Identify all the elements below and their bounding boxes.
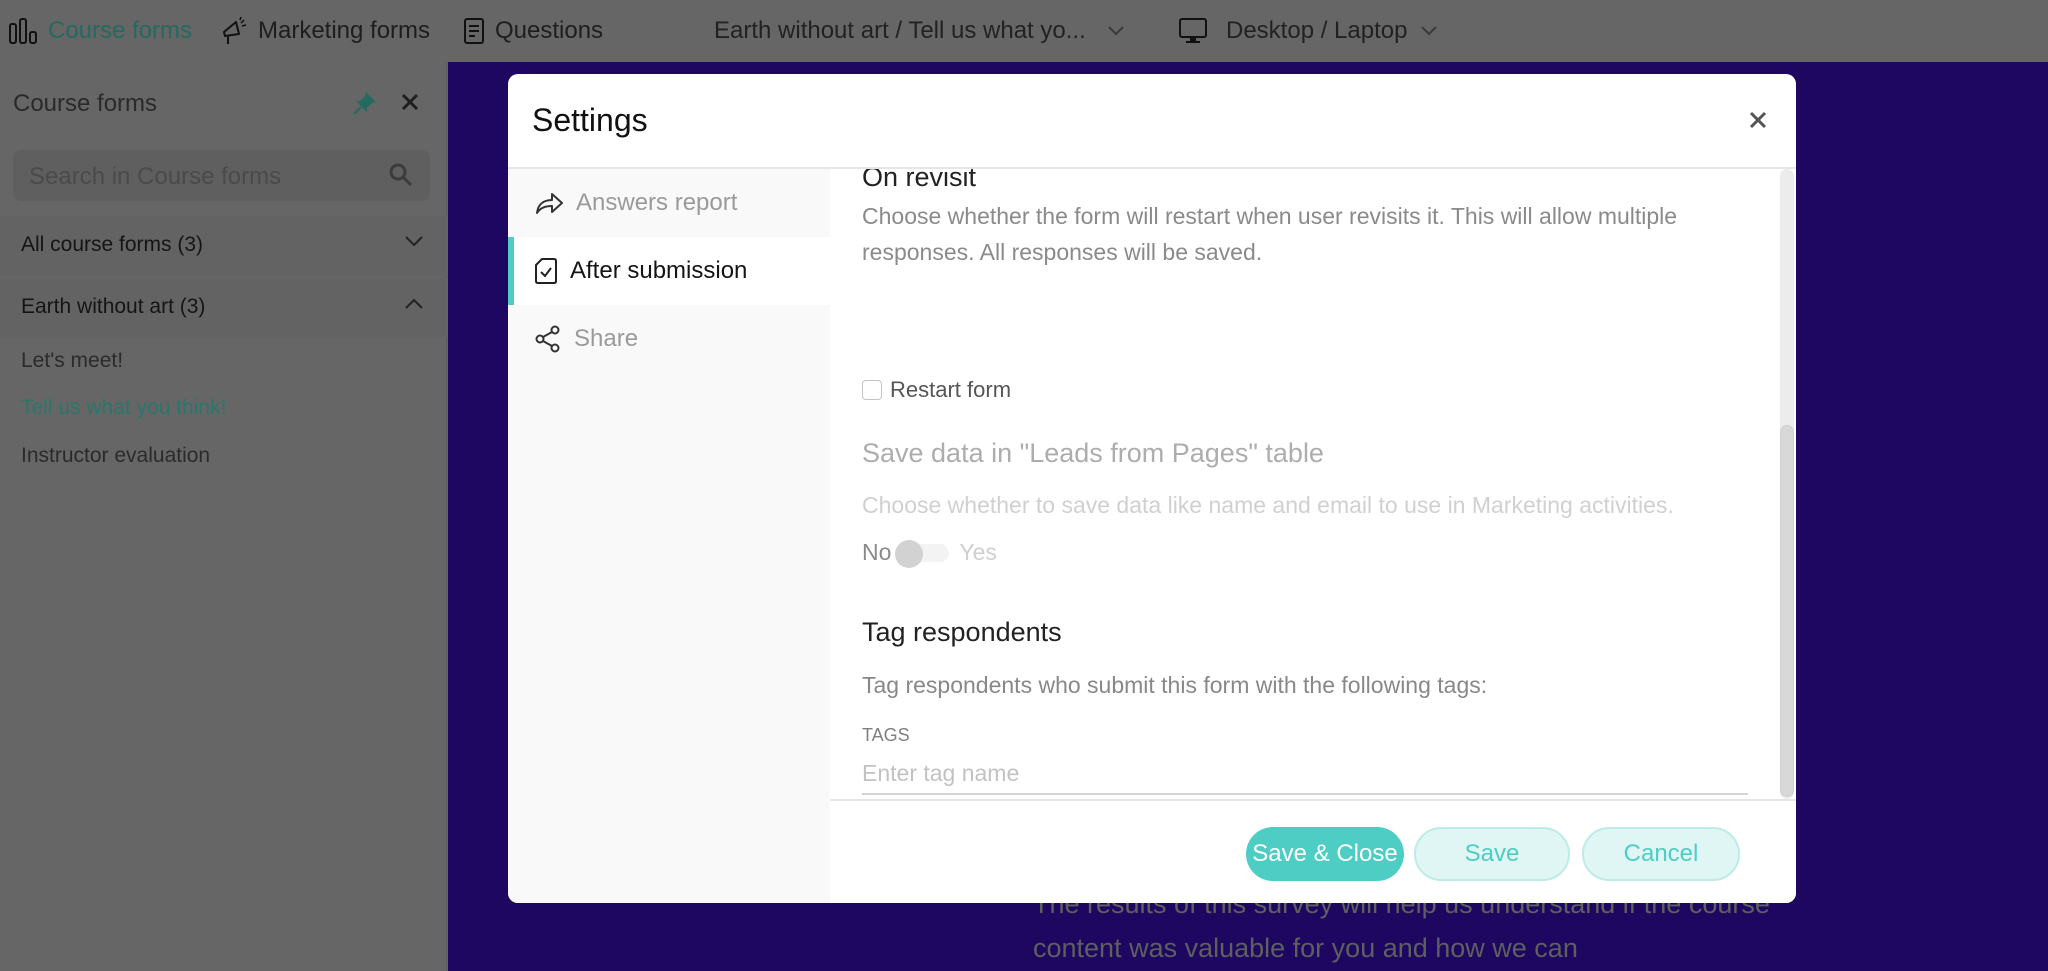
settings-content: On revisit Choose whether the form will … — [830, 169, 1796, 799]
chevron-down-icon — [405, 236, 423, 247]
section-heading-save-leads: Save data in "Leads from Pages" table — [862, 438, 1324, 468]
chevron-down-icon — [1421, 26, 1438, 36]
on-revisit-description: Choose whether the form will restart whe… — [862, 203, 1678, 265]
nav-course-forms-label: Course forms — [48, 17, 193, 44]
save-and-close-button[interactable]: Save & Close — [1246, 827, 1404, 881]
form-item-instructor-evaluation[interactable]: Instructor evaluation — [21, 444, 210, 468]
tab-label: Answers report — [576, 189, 738, 216]
chevron-up-icon — [405, 298, 423, 309]
tab-label: Share — [574, 325, 639, 352]
nav-marketing-forms[interactable]: Marketing forms — [220, 0, 430, 62]
pin-icon[interactable] — [352, 90, 378, 116]
modal-header: Settings — [508, 74, 1796, 169]
modal-title: Settings — [532, 102, 648, 138]
nav-questions[interactable]: Questions — [463, 0, 603, 62]
settings-nav: Answers report After submission Share — [508, 169, 830, 903]
scrollbar-thumb[interactable] — [1780, 425, 1794, 797]
modal-footer: Save & Close Save Cancel — [830, 799, 1796, 903]
tags-input[interactable] — [862, 754, 1748, 795]
form-item-lets-meet[interactable]: Let's meet! — [21, 349, 123, 373]
nav-marketing-forms-label: Marketing forms — [258, 17, 431, 44]
save-leads-toggle-row: No Yes — [862, 539, 997, 568]
share-arrow-icon — [536, 193, 563, 214]
settings-tab-after-submission[interactable]: After submission — [508, 237, 830, 305]
restart-form-checkbox[interactable]: Restart form — [862, 377, 1011, 403]
sidebar-title: Course forms — [13, 90, 158, 117]
megaphone-icon — [223, 16, 247, 44]
group-label: All course forms (3) — [21, 233, 204, 256]
close-icon[interactable] — [400, 92, 420, 112]
settings-tab-share[interactable]: Share — [508, 305, 830, 373]
bar-chart-icon — [9, 18, 37, 44]
checkbox[interactable] — [862, 380, 882, 400]
form-selector-value: Earth without art / Tell us what yo... — [714, 17, 1086, 44]
nav-course-forms[interactable]: Course forms — [8, 0, 192, 62]
save-leads-description: Choose whether to save data like name an… — [862, 492, 1674, 518]
tags-field-label: TAGS — [862, 725, 910, 745]
device-selector-value: Desktop / Laptop — [1226, 17, 1408, 44]
settings-modal: Settings Answers report After submission… — [508, 74, 1796, 903]
monitor-icon — [1179, 18, 1207, 43]
cancel-button[interactable]: Cancel — [1582, 827, 1740, 881]
file-check-icon — [535, 258, 557, 284]
group-earth-without-art[interactable]: Earth without art (3) — [0, 278, 447, 338]
tab-label: After submission — [570, 257, 748, 284]
group-all-course-forms[interactable]: All course forms (3) — [0, 216, 447, 276]
search-placeholder: Search in Course forms — [29, 163, 282, 190]
settings-scrollbar[interactable] — [1780, 169, 1794, 799]
search-icon[interactable] — [388, 162, 414, 188]
section-heading-on-revisit: On revisit — [862, 169, 977, 192]
toggle-knob[interactable] — [895, 539, 924, 568]
toggle-off-label: No — [862, 539, 892, 565]
group-label: Earth without art (3) — [21, 295, 206, 318]
nav-questions-label: Questions — [495, 17, 604, 44]
save-button[interactable]: Save — [1414, 827, 1570, 881]
checkbox-label: Restart form — [890, 377, 1012, 402]
toggle-on-label: Yes — [959, 539, 997, 565]
close-icon[interactable] — [1748, 110, 1768, 130]
save-leads-toggle[interactable] — [895, 539, 951, 568]
share-nodes-icon — [535, 325, 560, 353]
form-selector-dropdown[interactable]: Earth without art / Tell us what yo... — [714, 0, 1124, 62]
tag-respondents-description: Tag respondents who submit this form wit… — [862, 672, 1488, 698]
sidebar-search-input[interactable]: Search in Course forms — [13, 150, 430, 201]
forms-sidebar: Course forms Search in Course forms All … — [0, 62, 447, 971]
device-selector-dropdown[interactable]: Desktop / Laptop — [1178, 0, 1438, 62]
top-navigation: Course forms Marketing forms Questions E… — [0, 0, 2048, 62]
settings-tab-answers-report[interactable]: Answers report — [508, 169, 830, 237]
section-heading-tag-respondents: Tag respondents — [862, 617, 1062, 647]
document-icon — [464, 18, 484, 44]
form-item-tell-us-what-you-think[interactable]: Tell us what you think! — [21, 396, 226, 420]
chevron-down-icon — [1108, 26, 1124, 36]
